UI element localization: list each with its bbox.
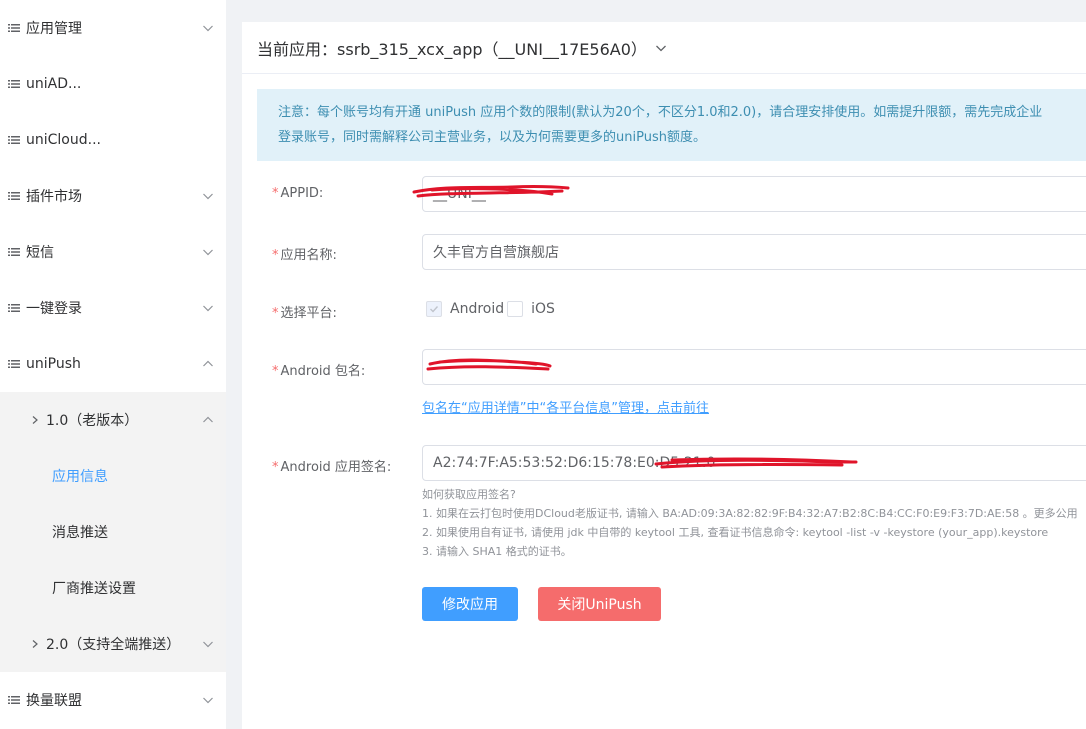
list-icon	[8, 192, 20, 200]
sidebar-group-unipush-v1[interactable]: 1.0（老版本）	[0, 392, 226, 448]
android-package-field[interactable]	[422, 349, 1086, 385]
help-line: 3. 请输入 SHA1 格式的证书。	[422, 545, 572, 558]
notice-line: 登录账号，同时需解释公司主营业务，以及为何需要更多的uniPush额度。	[278, 130, 706, 145]
current-app-selector[interactable]: 当前应用： ssrb_315_xcx_app（__UNI__17E56A0）	[242, 22, 1086, 74]
notice-banner: 注意：每个账号均有开通 uniPush 应用个数的限制(默认为20个，不区分1.…	[257, 89, 1086, 161]
platform-checkbox-group: Android iOS	[426, 301, 558, 317]
check-icon	[430, 306, 439, 313]
list-icon	[8, 248, 20, 256]
list-icon	[8, 696, 20, 704]
required-mark: *	[272, 306, 279, 321]
notice-line: 注意：每个账号均有开通 uniPush 应用个数的限制(默认为20个，不区分1.…	[278, 105, 1043, 120]
list-icon	[8, 24, 20, 32]
android-signature-field[interactable]: A2:74:7F:A5:53:52:D6:15:78:E0:D5:21:0	[422, 445, 1086, 481]
sidebar: 应用管理 uniAD... uniCloud... 插件市场 短信 一键登录 u…	[0, 0, 226, 729]
sidebar-item-label: 一键登录	[26, 301, 82, 317]
required-mark: *	[272, 186, 279, 201]
sidebar-item-label: 厂商推送设置	[52, 581, 136, 597]
sidebar-group-unipush-v2[interactable]: 2.0（支持全端推送）	[0, 616, 226, 672]
package-manage-link[interactable]: 包名在“应用详情”中“各平台信息”管理，点击前往	[422, 397, 709, 416]
sidebar-item-sms[interactable]: 短信	[0, 224, 226, 280]
appid-field[interactable]: __UNI__	[422, 176, 1086, 212]
sidebar-item-one-click-login[interactable]: 一键登录	[0, 280, 226, 336]
help-line: 1. 如果在云打包时使用DCloud老版证书, 请输入 BA:AD:09:3A:…	[422, 507, 1078, 520]
chevron-down-icon	[203, 305, 213, 312]
sidebar-item-traffic-alliance[interactable]: 换量联盟	[0, 672, 226, 728]
chevron-down-icon	[203, 697, 213, 704]
main-panel: 当前应用： ssrb_315_xcx_app（__UNI__17E56A0） 注…	[242, 22, 1086, 729]
signature-help: 如何获取应用签名? 1. 如果在云打包时使用DCloud老版证书, 请输入 BA…	[422, 485, 1078, 561]
sidebar-item-uniad[interactable]: uniAD...	[0, 56, 226, 112]
list-icon	[8, 304, 20, 312]
chevron-down-icon	[655, 45, 666, 51]
close-unipush-button[interactable]: 关闭UniPush	[538, 587, 661, 621]
app-name-field[interactable]: 久丰官方自营旗舰店	[422, 234, 1086, 270]
chevron-down-icon	[203, 249, 213, 256]
app-name-value: 久丰官方自营旗舰店	[433, 245, 559, 261]
list-icon	[8, 360, 20, 368]
sidebar-item-vendor-push-settings[interactable]: 厂商推送设置	[0, 560, 226, 616]
sidebar-item-label: 消息推送	[52, 525, 108, 541]
sidebar-item-label: 应用信息	[52, 469, 108, 485]
page: 应用管理 uniAD... uniCloud... 插件市场 短信 一键登录 u…	[0, 0, 1086, 729]
android-checkbox-label: Android	[450, 301, 505, 317]
chevron-down-icon	[203, 25, 213, 32]
sidebar-item-app-management[interactable]: 应用管理	[0, 0, 226, 56]
current-app-value: ssrb_315_xcx_app（__UNI__17E56A0）	[337, 39, 647, 59]
required-mark: *	[272, 248, 279, 263]
sidebar-item-app-info[interactable]: 应用信息	[0, 448, 226, 504]
appid-value: __UNI__	[433, 186, 486, 202]
appid-label: * APPID:	[272, 186, 324, 201]
sidebar-item-label: 短信	[26, 245, 54, 261]
android-signature-value: A2:74:7F:A5:53:52:D6:15:78:E0:D5:21:0	[433, 455, 716, 471]
required-mark: *	[272, 460, 279, 475]
chevron-right-icon	[32, 640, 38, 648]
help-line: 2. 如果使用自有证书, 请使用 jdk 中自带的 keytool 工具, 查看…	[422, 526, 1049, 539]
chevron-down-icon	[203, 193, 213, 200]
list-icon	[8, 136, 20, 144]
sidebar-item-label: 换量联盟	[26, 693, 82, 709]
modify-app-button[interactable]: 修改应用	[422, 587, 518, 621]
help-title: 如何获取应用签名?	[422, 488, 516, 501]
sidebar-item-unipush[interactable]: uniPush	[0, 336, 226, 392]
platform-label: * 选择平台:	[272, 306, 337, 321]
chevron-up-icon	[203, 416, 213, 423]
sidebar-item-label: 插件市场	[26, 189, 82, 205]
sidebar-item-label: uniPush	[26, 356, 81, 372]
unipush-submenu: 1.0（老版本） 应用信息 消息推送 厂商推送设置 2.0（支持全端推送）	[0, 392, 226, 672]
android-signature-label: * Android 应用签名:	[272, 460, 392, 475]
current-app-label: 当前应用：	[257, 39, 338, 59]
list-icon	[8, 80, 20, 88]
sidebar-item-label: uniAD...	[26, 76, 82, 92]
sidebar-group-label: 1.0（老版本）	[46, 413, 139, 429]
chevron-down-icon	[203, 641, 213, 648]
ios-checkbox-label: iOS	[531, 301, 555, 317]
ios-checkbox[interactable]	[507, 301, 524, 317]
sidebar-item-message-push[interactable]: 消息推送	[0, 504, 226, 560]
android-checkbox[interactable]	[426, 301, 442, 317]
android-package-label: * Android 包名:	[272, 364, 366, 379]
sidebar-item-unicloud[interactable]: uniCloud...	[0, 112, 226, 168]
app-name-label: * 应用名称:	[272, 248, 337, 263]
required-mark: *	[272, 364, 279, 379]
sidebar-item-label: uniCloud...	[26, 132, 101, 148]
chevron-up-icon	[203, 360, 213, 367]
sidebar-item-plugin-market[interactable]: 插件市场	[0, 168, 226, 224]
chevron-right-icon	[32, 416, 38, 424]
sidebar-group-label: 2.0（支持全端推送）	[46, 637, 181, 653]
sidebar-item-label: 应用管理	[26, 21, 82, 37]
